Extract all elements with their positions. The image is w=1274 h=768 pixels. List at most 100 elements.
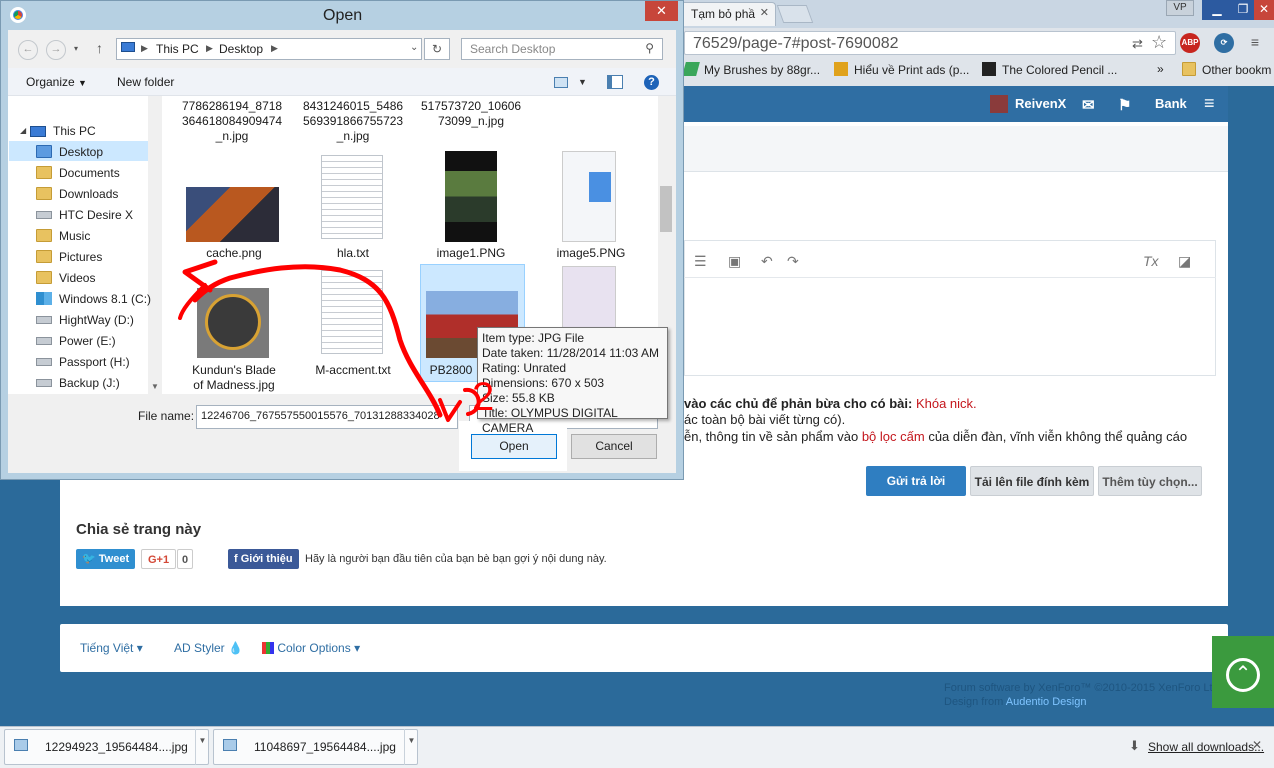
redo-icon[interactable]: ↷ <box>787 253 799 270</box>
tree-item-htc[interactable]: HTC Desire X <box>36 208 133 222</box>
open-button[interactable]: Open <box>471 434 557 459</box>
new-folder-button[interactable]: New folder <box>117 75 174 89</box>
download-item[interactable]: 12294923_19564484....jpg <box>4 729 209 765</box>
bookmark-item[interactable]: My Brushes by 88gr... <box>682 62 820 77</box>
cancel-button[interactable]: Cancel <box>571 434 657 459</box>
tree-item-videos[interactable]: Videos <box>36 271 95 285</box>
tree-item-documents[interactable]: Documents <box>36 166 120 180</box>
view-icon[interactable] <box>554 77 568 88</box>
new-tab-button[interactable] <box>776 5 814 23</box>
forward-button[interactable]: → <box>46 40 66 60</box>
upload-attachment-button[interactable]: Tải lên file đính kèm <box>970 466 1094 496</box>
text-file-icon[interactable] <box>321 155 383 239</box>
kundun-thumbnail[interactable] <box>197 288 269 358</box>
star-icon[interactable]: ☆ <box>1151 32 1167 53</box>
tree-item-music[interactable]: Music <box>36 229 90 243</box>
gplus-button[interactable]: G+1 <box>141 549 177 569</box>
caret-down-icon[interactable]: ▼ <box>578 77 587 87</box>
filter-link[interactable]: bộ lọc cấm <box>862 429 925 444</box>
file-item[interactable]: 8431246015_5486 569391866755723 _n.jpg <box>303 99 403 144</box>
bookmark-item[interactable]: Hiểu về Print ads (p... <box>834 62 969 77</box>
tree-item-downloads[interactable]: Downloads <box>36 187 118 201</box>
show-all-downloads-link[interactable]: Show all downloads... <box>1148 740 1264 754</box>
mail-icon[interactable]: ✉ <box>1082 96 1095 114</box>
device-icon <box>36 211 52 219</box>
style-chooser[interactable]: AD Styler 💧 <box>174 641 243 655</box>
audentio-link[interactable]: Audentio Design <box>1006 696 1087 708</box>
close-icon[interactable]: ✕ <box>1252 738 1262 752</box>
breadcrumb-desktop[interactable]: Desktop <box>219 42 263 56</box>
chevron-down-icon[interactable]: ⌄ <box>410 42 418 53</box>
window-close-button[interactable]: ✕ <box>1254 0 1274 20</box>
help-icon[interactable]: ? <box>644 75 659 90</box>
tree-item-drive-d[interactable]: HightWay (D:) <box>36 313 134 327</box>
other-bookmarks[interactable]: Other bookm <box>1182 62 1271 77</box>
chevron-down-icon[interactable]: ▼ <box>195 729 209 765</box>
adblock-icon[interactable]: ABP <box>1180 33 1200 53</box>
scroll-down-icon[interactable]: ▼ <box>151 382 159 391</box>
flag-icon[interactable]: ⚑ <box>1118 96 1131 114</box>
scroll-to-top-button[interactable]: ⌃ <box>1212 636 1274 708</box>
cache-thumbnail[interactable] <box>186 187 279 242</box>
color-options[interactable]: Color Options ▾ <box>262 641 360 655</box>
tree-item-drive-e[interactable]: Power (E:) <box>36 334 116 348</box>
tree-item-drive-j[interactable]: Backup (J:) <box>36 376 120 390</box>
file-item[interactable]: image1.PNG <box>421 246 521 261</box>
bookmarks-overflow[interactable]: » <box>1157 62 1164 76</box>
tree-item-drive-c[interactable]: Windows 8.1 (C:) <box>36 292 151 306</box>
collapse-icon[interactable]: ◢ <box>20 126 26 135</box>
image1-thumbnail[interactable] <box>445 151 497 242</box>
download-item[interactable]: 11048697_19564484....jpg <box>213 729 418 765</box>
translate-icon[interactable]: ⇄ <box>1132 36 1143 52</box>
tree-item-this-pc[interactable]: This PC <box>30 124 96 138</box>
nav-bank[interactable]: Bank <box>1155 96 1187 111</box>
file-item[interactable]: hla.txt <box>303 246 403 261</box>
image5-thumbnail[interactable] <box>562 151 616 242</box>
reply-button[interactable]: Gửi trả lời <box>866 466 966 496</box>
clear-format-icon[interactable]: Tx <box>1143 253 1159 269</box>
preview-pane-icon[interactable] <box>607 75 623 89</box>
facebook-like-button[interactable]: f Giới thiệu <box>228 549 299 569</box>
menu-icon[interactable]: ≡ <box>1246 34 1264 52</box>
tree-item-drive-h[interactable]: Passport (H:) <box>36 355 130 369</box>
breadcrumb-this-pc[interactable]: This PC <box>156 42 199 56</box>
more-options-button[interactable]: Thêm tùy chọn... <box>1098 466 1202 496</box>
draft-icon[interactable]: ◪ <box>1178 253 1191 270</box>
nav-scrollbar[interactable] <box>148 96 160 394</box>
bookmark-item[interactable]: The Colored Pencil ... <box>982 62 1117 77</box>
filename-input[interactable]: 12246706_767557550015576_70131288334028 <box>196 405 458 429</box>
list-icon[interactable]: ☰ <box>694 253 707 270</box>
scroll-thumb[interactable] <box>660 186 672 232</box>
tree-item-pictures[interactable]: Pictures <box>36 250 102 264</box>
organize-menu[interactable]: Organize ▼ <box>26 75 87 89</box>
tweet-button[interactable]: 🐦 Tweet <box>76 549 136 569</box>
recent-locations-icon[interactable]: ▾ <box>74 44 78 53</box>
omnibox[interactable]: 76529/page-7#post-7690082 <box>684 31 1176 55</box>
chevron-down-icon[interactable]: ▼ <box>404 729 418 765</box>
file-item[interactable]: image5.PNG <box>541 246 641 261</box>
file-item[interactable]: Kundun's Blade of Madness.jpg <box>184 363 284 393</box>
nav-username[interactable]: ReivenX <box>1015 96 1066 111</box>
file-item[interactable]: 7786286194_8718 364618084909474 _n.jpg <box>182 99 282 144</box>
refresh-button[interactable]: ↻ <box>424 38 450 60</box>
text-file-icon[interactable] <box>321 270 383 354</box>
language-chooser[interactable]: Tiếng Việt ▾ <box>80 641 143 655</box>
menu-icon[interactable]: ≡ <box>1204 93 1215 114</box>
image-thumbnail[interactable] <box>562 266 616 330</box>
extension-icon[interactable]: ⟳ <box>1214 33 1234 53</box>
tree-item-desktop[interactable]: Desktop <box>36 145 103 159</box>
profile-badge[interactable]: VP <box>1166 0 1194 16</box>
browser-tab-active[interactable]: Tạm bỏ phầ ✕ <box>680 2 776 26</box>
file-item[interactable]: M-accment.txt <box>303 363 403 378</box>
dialog-close-button[interactable]: ✕ <box>645 1 678 21</box>
save-icon[interactable]: ▣ <box>728 253 741 270</box>
avatar[interactable] <box>990 95 1008 113</box>
search-input[interactable]: Search Desktop ⚲ <box>461 38 663 60</box>
search-placeholder: Search Desktop <box>470 42 556 56</box>
back-button[interactable]: ← <box>18 40 38 60</box>
up-icon[interactable]: ↑ <box>96 40 103 56</box>
file-item[interactable]: 517573720_10606 73099_n.jpg <box>421 99 521 129</box>
undo-icon[interactable]: ↶ <box>761 253 773 270</box>
file-item[interactable]: cache.png <box>184 246 284 261</box>
tab-close-icon[interactable]: ✕ <box>760 6 769 19</box>
